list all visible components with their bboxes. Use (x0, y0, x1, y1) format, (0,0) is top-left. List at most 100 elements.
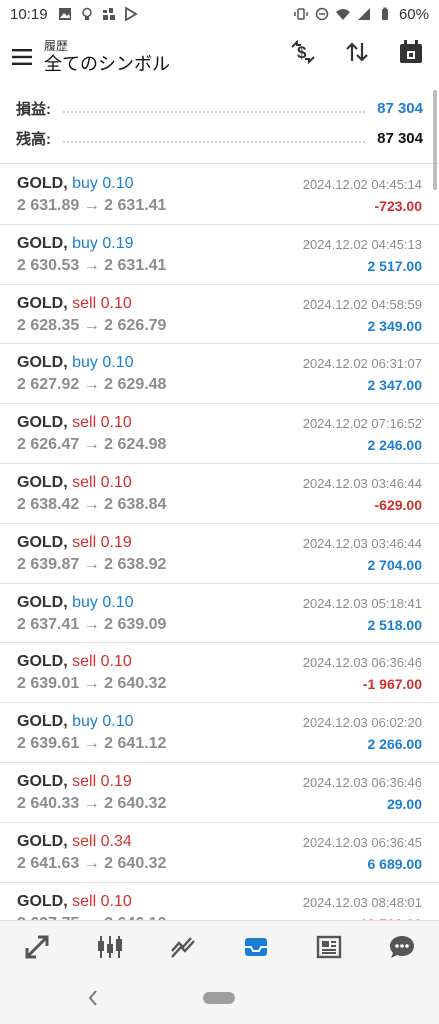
trade-prices: 2 639.61 → 2 641.12 (17, 735, 167, 753)
trade-side: buy (72, 175, 98, 192)
trade-volume: 0.10 (100, 294, 132, 312)
balance-value: 87 304 (377, 129, 423, 147)
trade-symbol-line: GOLD, sell 0.10 (17, 893, 132, 911)
trade-symbol: GOLD, (17, 414, 68, 432)
trade-prices: 2 639.01 → 2 640.32 (17, 675, 167, 693)
trade-profit: -723.00 (374, 198, 422, 214)
trade-prices: 2 631.89 → 2 631.41 (17, 197, 167, 214)
trade-history-list[interactable]: GOLD, buy 0.10 2 631.89 → 2 631.41 2024.12… (0, 165, 439, 920)
trade-time: 2024.12.03 03:46:44 (302, 475, 422, 491)
do-not-disturb-icon (315, 7, 329, 21)
trade-prices: 2 627.92 → 2 629.48 (17, 376, 167, 394)
app-notification-icon (102, 8, 115, 20)
balance-label: 残高: (16, 130, 51, 148)
trade-row[interactable]: GOLD, sell 0.102 637.75 → 2 646.102024.1… (0, 883, 439, 920)
trade-volume: 0.10 (102, 175, 134, 192)
chevron-left-icon (88, 990, 97, 1006)
play-flag-icon (124, 7, 138, 21)
trade-time: 2024.12.02 06:31:07 (302, 356, 422, 372)
trade-side: sell (72, 414, 97, 432)
trade-volume: 0.10 (102, 713, 134, 731)
trade-row[interactable]: GOLD, buy 0.10 2 639.61 → 2 641.12 2024.12… (0, 703, 439, 763)
nav-trade[interactable] (163, 927, 203, 967)
trade-row[interactable]: GOLD, sell 0.19 2 640.33 → 2 640.32 2024.1… (0, 763, 439, 823)
trade-side: sell (72, 653, 97, 671)
trade-symbol: GOLD, (17, 772, 68, 790)
trade-volume: 0.19 (100, 533, 132, 551)
trade-time: 2024.12.02 04:58:59 (302, 296, 422, 312)
trade-profit: 6 689.00 (367, 855, 423, 872)
trade-symbol: GOLD, (17, 832, 68, 850)
trade-side: sell (72, 294, 97, 312)
trade-row[interactable]: GOLD, sell 0.10 2 626.47 → 2 624.98 2024.1… (0, 404, 439, 464)
lightbulb-icon (81, 7, 92, 20)
menu-button[interactable] (0, 35, 44, 79)
nav-news[interactable] (309, 927, 349, 967)
trade-time: 2024.12.03 06:36:45 (302, 834, 422, 850)
balance-row: 残高: 87 304 (16, 124, 423, 152)
trade-row[interactable]: GOLD, buy 0.10 2 627.92 → 2 629.48 2024.12… (0, 344, 439, 405)
trade-prices: 2 630.53 → 2 631.41 (17, 256, 167, 274)
trade-symbol: GOLD, (17, 892, 68, 910)
trade-symbol-line: GOLD, sell 0.10 (17, 414, 132, 432)
trade-row[interactable]: GOLD, sell 0.10 2 628.35 → 2 626.79 2024.1… (0, 285, 439, 345)
chart-icon (97, 935, 122, 958)
trade-volume: 0.10 (100, 473, 132, 491)
trade-side: buy (72, 354, 98, 372)
trade-profit: -629.00 (374, 496, 422, 513)
trade-time: 2024.12.03 06:36:46 (302, 655, 422, 671)
trade-symbol-line: GOLD, sell 0.10 (17, 295, 132, 313)
trade-profit: 2 246.00 (367, 437, 423, 454)
trade-symbol-line: GOLD, buy 0.10 (17, 594, 134, 612)
trade-volume: 0.10 (102, 354, 134, 372)
trade-volume: 0.10 (100, 653, 132, 671)
trade-row[interactable]: GOLD, sell 0.10 2 639.01 → 2 640.32 2024.1… (0, 643, 439, 704)
trade-symbol: GOLD, (17, 473, 68, 491)
sort-button[interactable] (341, 36, 373, 68)
trade-time: 2024.12.02 04:45:14 (302, 177, 422, 192)
trade-prices: 2 640.33 → 2 640.32 (17, 794, 167, 812)
trade-symbol: GOLD, (17, 533, 68, 551)
trade-prices: 2 637.41 → 2 639.09 (17, 615, 167, 633)
wifi-icon (335, 9, 350, 20)
trade-side: buy (72, 234, 98, 252)
chat-icon (390, 935, 415, 958)
currency-toggle-button[interactable]: $ (287, 36, 319, 68)
system-home-button[interactable] (203, 992, 235, 1004)
trade-row[interactable]: GOLD, sell 0.34 2 641.63 → 2 640.32 2024.1… (0, 823, 439, 883)
quotes-icon (25, 935, 49, 958)
nav-quotes[interactable] (17, 927, 57, 967)
nav-chat[interactable] (382, 927, 422, 967)
trade-time: 2024.12.03 06:02:20 (302, 715, 422, 731)
system-navigation-bar (0, 972, 439, 1024)
nav-history[interactable] (236, 927, 276, 967)
trade-row[interactable]: GOLD, sell 0.10 2 638.42 → 2 638.84 2024.1… (0, 464, 439, 524)
trade-time: 2024.12.03 06:36:46 (302, 774, 422, 790)
trade-volume: 0.10 (100, 892, 132, 910)
scrollbar[interactable] (433, 90, 437, 190)
trade-symbol: GOLD, (17, 354, 68, 372)
trade-row[interactable]: GOLD, sell 0.19 2 639.87 → 2 638.92 2024.1… (0, 524, 439, 584)
symbol-selector-title[interactable]: 全てのシンボル (44, 53, 170, 75)
trade-side: sell (72, 533, 97, 551)
trade-symbol-line: GOLD, buy 0.19 (17, 235, 134, 253)
status-time: 10:19 (10, 5, 48, 23)
trade-time: 2024.12.03 03:46:44 (302, 535, 422, 551)
trade-symbol: GOLD, (17, 294, 68, 312)
currency-exchange-icon: $ (291, 39, 315, 65)
history-icon (245, 937, 268, 956)
trade-symbol: GOLD, (17, 593, 68, 611)
period-button[interactable] (395, 36, 427, 68)
trade-profit: 2 704.00 (367, 556, 423, 573)
trade-row[interactable]: GOLD, buy 0.19 2 630.53 → 2 631.41 2024.12… (0, 225, 439, 285)
nav-chart[interactable] (90, 927, 130, 967)
header-titles: 履歴 全てのシンボル (44, 39, 170, 75)
trade-row[interactable]: GOLD, buy 0.10 2 637.41 → 2 639.09 2024.12… (0, 584, 439, 644)
trade-time: 2024.12.03 05:18:41 (302, 595, 422, 611)
trade-row[interactable]: GOLD, buy 0.10 2 631.89 → 2 631.41 2024.12… (0, 165, 439, 225)
system-back-button[interactable] (84, 986, 102, 1010)
trade-time: 2024.12.02 07:16:52 (302, 416, 422, 432)
trade-icon (170, 936, 195, 958)
sort-icon (346, 42, 368, 62)
trade-symbol: GOLD, (17, 175, 68, 192)
